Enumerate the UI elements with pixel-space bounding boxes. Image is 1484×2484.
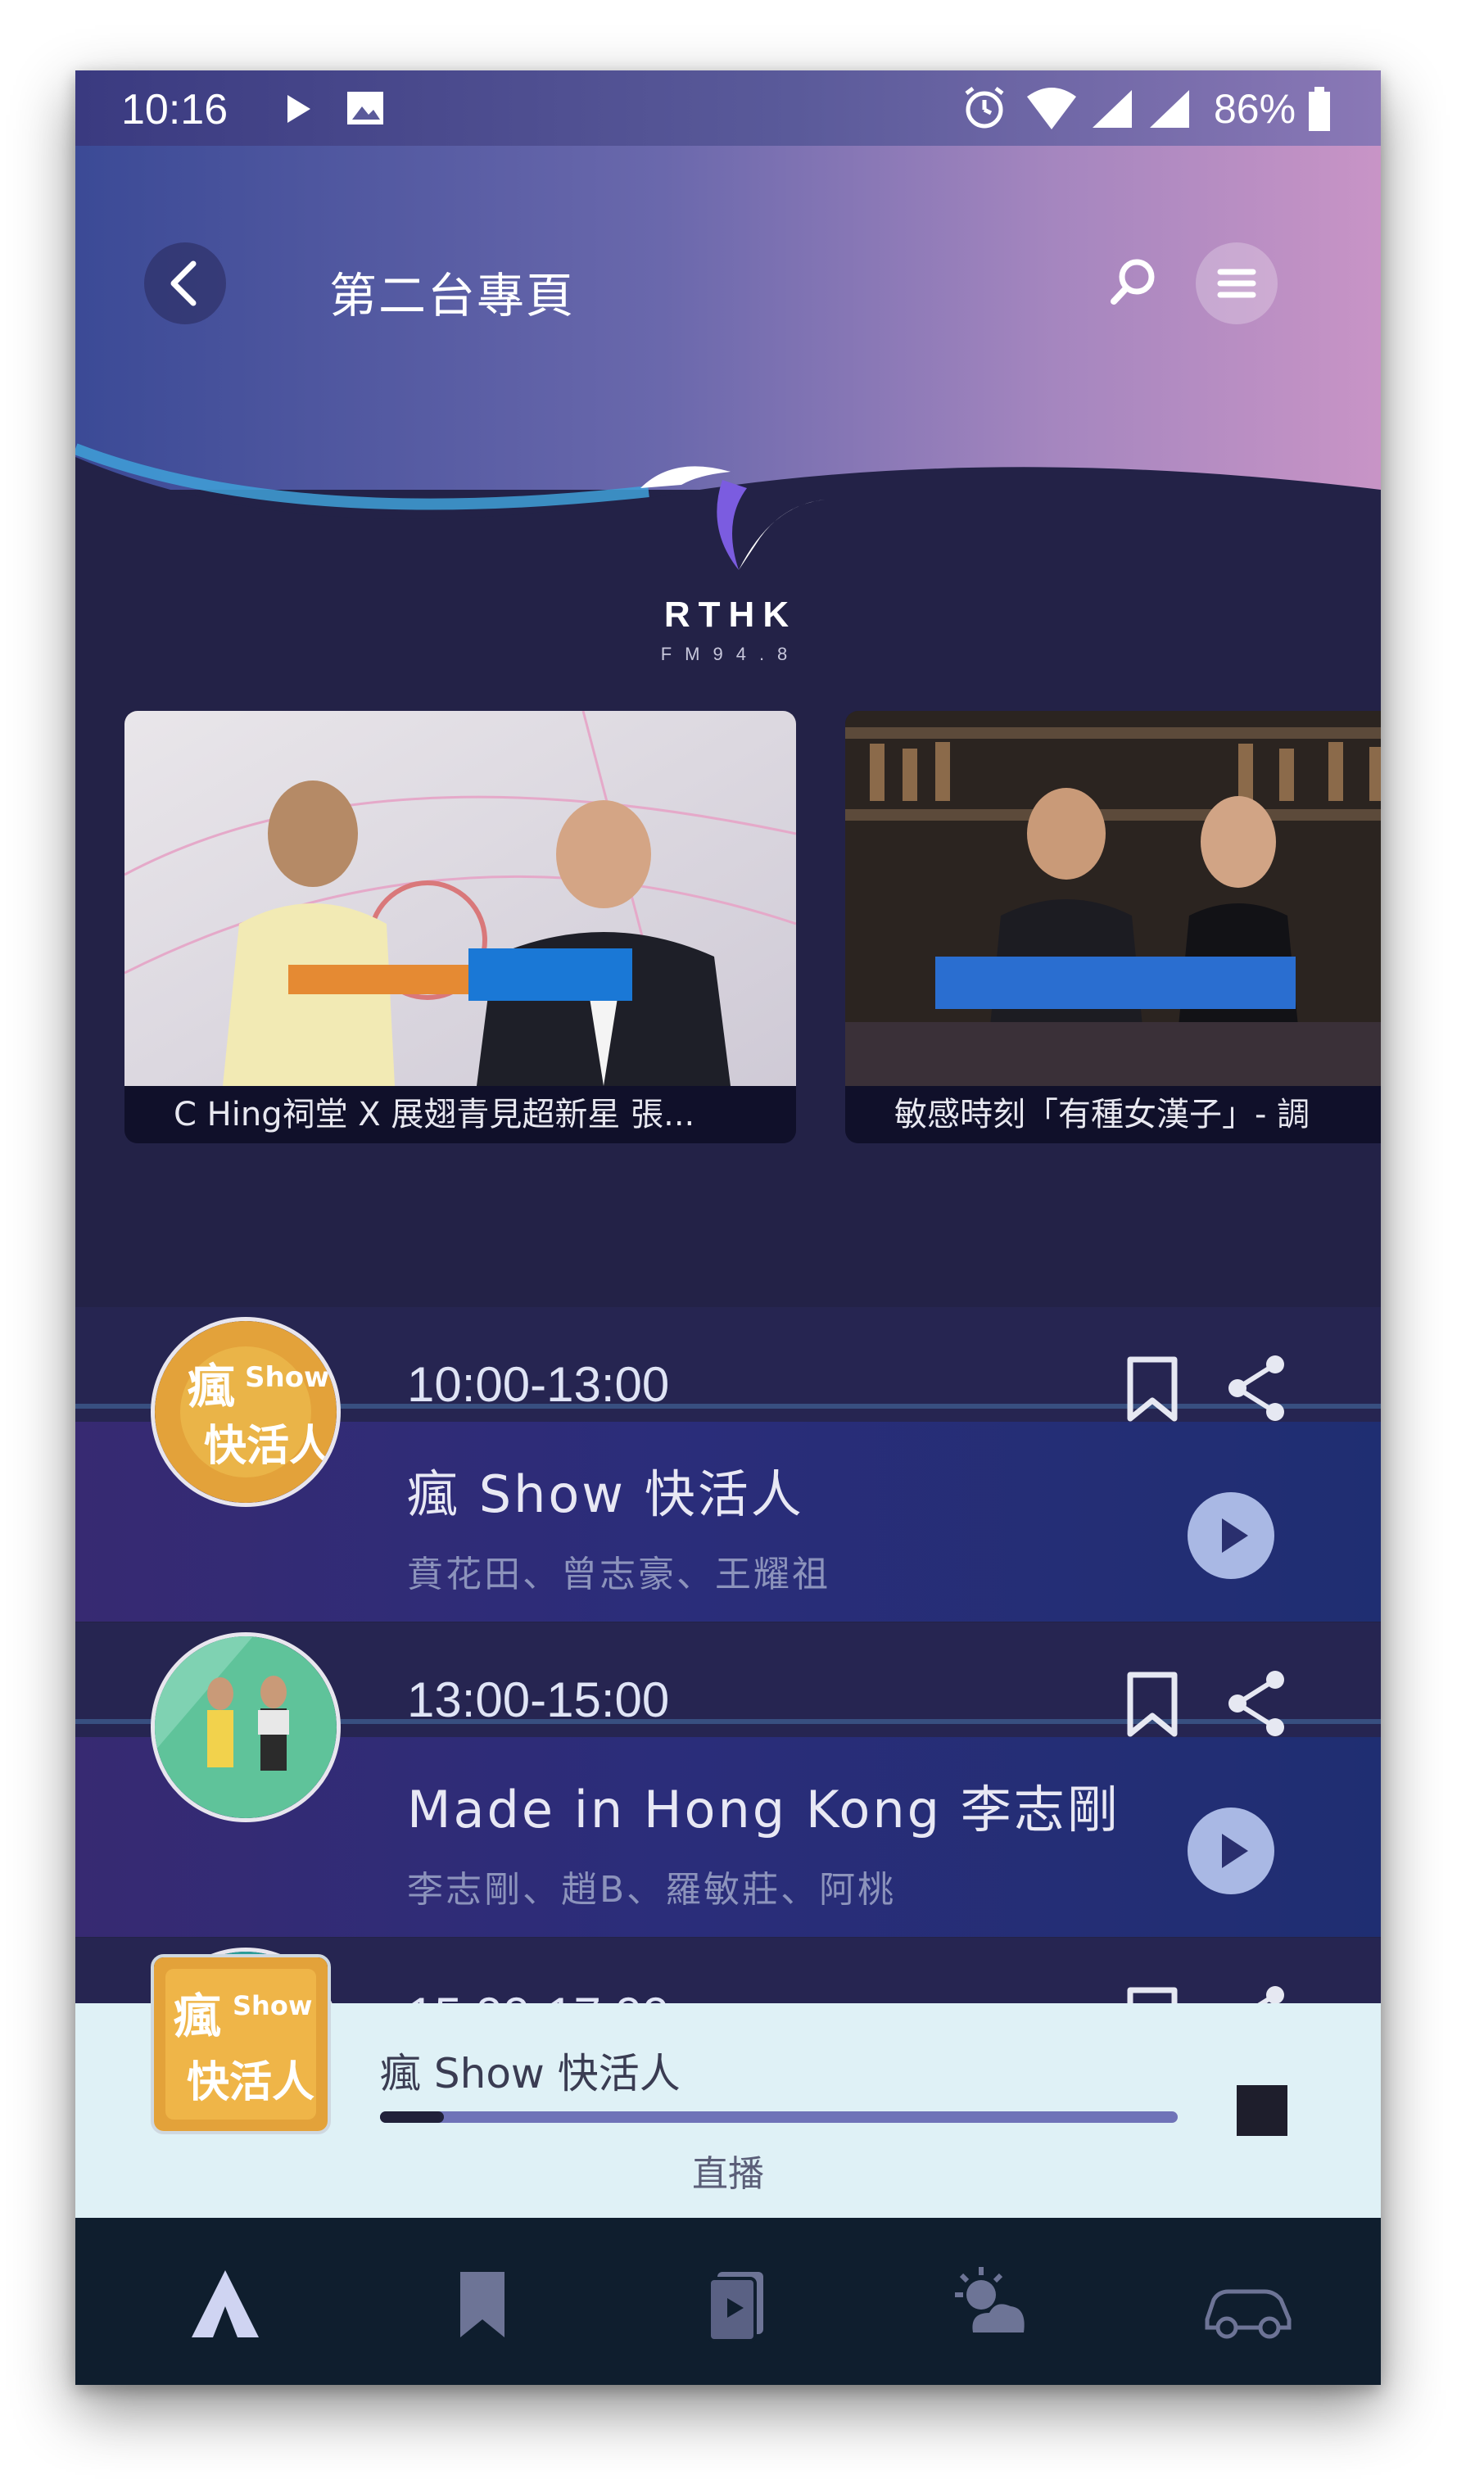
svg-text:快活人: 快活人 — [204, 1422, 332, 1471]
weather-icon[interactable] — [945, 2259, 1035, 2349]
home-icon[interactable] — [180, 2259, 270, 2349]
program-item[interactable]: 13:00-15:00 Made in Hong Kong 李志剛 李志剛、趙B… — [75, 1622, 1381, 1937]
player-title: 瘋 Show 快活人 — [380, 2050, 681, 2097]
battery-level: 86% — [1214, 86, 1296, 132]
chevron-left-icon — [170, 260, 197, 306]
alarm-icon — [965, 87, 1004, 129]
car-icon[interactable] — [1199, 2259, 1297, 2349]
battery-icon — [1309, 87, 1330, 131]
player-progress-bar[interactable] — [380, 2111, 1178, 2123]
bookmark-icon[interactable] — [1124, 1672, 1181, 1737]
back-button[interactable] — [144, 242, 226, 324]
app-screen: 10:16 86% 第二台專頁 RTHK FM94.8 C Hing祠堂 X 展… — [75, 70, 1381, 2385]
program-title: 瘋 Show 快活人 — [407, 1464, 804, 1524]
rthk-bird-logo-icon — [640, 466, 826, 570]
bottom-navigation — [75, 2218, 1381, 2385]
player-progress-fill — [380, 2111, 444, 2123]
podcast-icon[interactable] — [691, 2259, 781, 2349]
logo-sub-text: FM94.8 — [660, 644, 801, 664]
program-time: 13:00-15:00 — [407, 1672, 670, 1727]
rthk-logo: RTHK FM94.8 — [632, 447, 829, 693]
play-button[interactable] — [1188, 1808, 1274, 1894]
player-artwork: 瘋 Show 快活人 — [151, 1954, 331, 2134]
program-item[interactable]: 瘋 Show 快活人 10:00-13:00 瘋 Show 快活人 賁花田、曾志豪、… — [75, 1307, 1381, 1622]
carousel-card[interactable]: C Hing祠堂 X 展翅青見超新星 張... — [124, 711, 796, 1143]
program-title: Made in Hong Kong 李志剛 — [407, 1780, 1120, 1839]
stop-button[interactable] — [1237, 2085, 1287, 2136]
mini-player[interactable]: 瘋 Show 快活人 瘋 Show 快活人 直播 — [75, 1954, 1381, 2218]
search-icon — [1111, 259, 1155, 305]
wifi-icon — [1027, 88, 1076, 129]
menu-button[interactable] — [1196, 242, 1278, 324]
card-caption: C Hing祠堂 X 展翅青見超新星 張... — [124, 1086, 796, 1143]
play-icon — [1222, 1518, 1248, 1553]
bookmark-icon[interactable] — [437, 2259, 527, 2349]
signal-icon-1 — [1093, 90, 1132, 128]
program-avatar — [151, 1632, 341, 1822]
program-time: 10:00-13:00 — [407, 1357, 670, 1412]
play-status-icon — [287, 95, 310, 123]
card-photo — [124, 711, 796, 1086]
share-icon[interactable] — [1226, 1668, 1288, 1739]
play-button[interactable] — [1188, 1492, 1274, 1579]
svg-text:快活人: 快活人 — [187, 2058, 314, 2107]
hamburger-menu-icon — [1217, 269, 1256, 298]
svg-text:瘋: 瘋 — [188, 1359, 235, 1414]
program-hosts: 賁花田、曾志豪、王耀祖 — [407, 1554, 830, 1595]
page-title: 第二台專頁 — [329, 268, 576, 324]
player-live-label: 直播 — [692, 2153, 764, 2195]
signal-icon-2 — [1150, 90, 1189, 128]
card-caption: 敏感時刻「有種女漢子」- 調 — [845, 1086, 1381, 1143]
status-time: 10:16 — [121, 86, 228, 133]
card-photo — [845, 711, 1381, 1086]
svg-text:Show: Show — [233, 1990, 312, 2021]
status-bar: 10:16 86% — [75, 70, 1381, 146]
image-status-icon — [347, 92, 383, 124]
share-icon[interactable] — [1226, 1353, 1288, 1423]
logo-brand-text: RTHK — [663, 595, 798, 635]
carousel-card[interactable]: 敏感時刻「有種女漢子」- 調 — [845, 711, 1381, 1143]
program-avatar: 瘋 Show 快活人 — [151, 1317, 341, 1507]
svg-text:Show: Show — [245, 1361, 329, 1394]
svg-text:瘋: 瘋 — [174, 1989, 221, 2044]
play-icon — [1222, 1834, 1248, 1868]
bookmark-icon[interactable] — [1124, 1356, 1181, 1422]
program-hosts: 李志剛、趙B、羅敏莊、阿桃 — [407, 1869, 897, 1911]
header: 第二台專頁 — [75, 146, 1381, 580]
search-button[interactable] — [1091, 242, 1173, 324]
